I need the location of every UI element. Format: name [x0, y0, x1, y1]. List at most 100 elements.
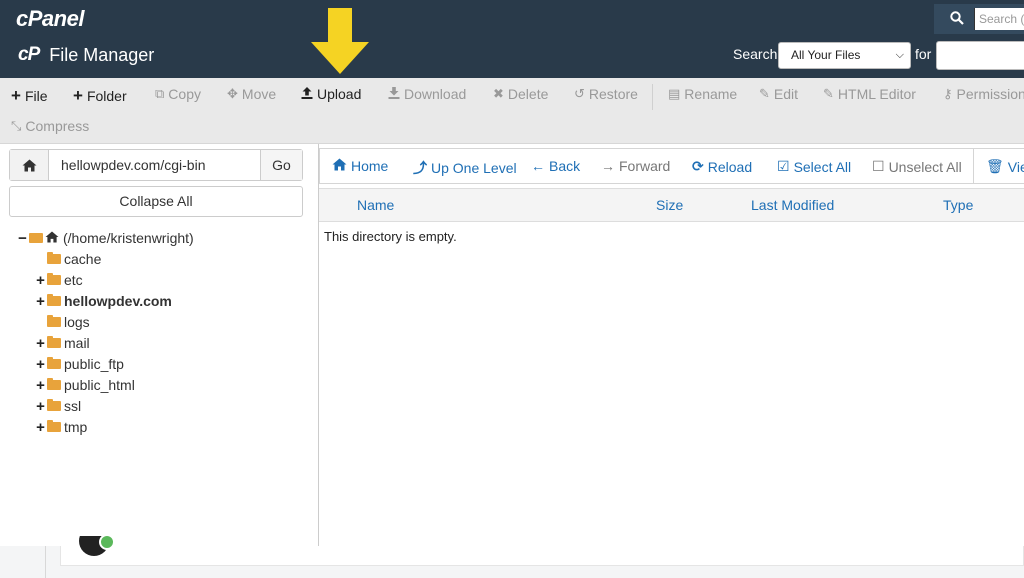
restore-button[interactable]: ↺ Restore: [574, 86, 638, 102]
column-size[interactable]: Size: [656, 197, 683, 213]
restore-label: Restore: [588, 86, 638, 102]
up-one-level-button[interactable]: ⤴ Up One Level: [413, 158, 517, 178]
tree-item-etc[interactable]: + etc: [34, 270, 83, 290]
folder-open-icon: [29, 233, 43, 243]
avatar: [79, 536, 117, 556]
download-button[interactable]: Download: [388, 86, 466, 102]
copy-label: Copy: [168, 86, 201, 102]
tree-root[interactable]: − (/home/kristenwright): [16, 228, 194, 248]
plus-icon[interactable]: +: [34, 272, 47, 289]
folder-icon: [47, 294, 61, 306]
collapse-all-button[interactable]: Collapse All: [9, 186, 303, 217]
restore-icon: ↺: [574, 86, 585, 101]
new-file-button[interactable]: + File: [11, 86, 48, 106]
new-folder-button[interactable]: + Folder: [73, 86, 127, 106]
unselect-all-label: Unselect All: [888, 158, 962, 175]
back-button[interactable]: ← Back: [531, 158, 580, 174]
folder-icon: [47, 378, 61, 390]
empty-directory-message: This directory is empty.: [324, 229, 457, 244]
folder-icon: [47, 357, 61, 369]
nav-divider: [973, 149, 974, 183]
plus-icon[interactable]: +: [34, 356, 47, 373]
chevron-down-icon: ⌵: [895, 49, 904, 61]
forward-button[interactable]: → Forward: [601, 158, 670, 174]
delete-button[interactable]: ✖ Delete: [493, 86, 548, 102]
html-editor-button[interactable]: ✎ HTML Editor: [823, 86, 916, 102]
compress-button[interactable]: ⤡ Compress: [11, 118, 89, 134]
back-label: Back: [549, 158, 581, 174]
tree-item-cache[interactable]: cache: [34, 249, 101, 269]
global-search[interactable]: Search ( /: [934, 4, 1024, 34]
delete-label: Delete: [507, 86, 549, 102]
rename-button[interactable]: ▤ Rename: [668, 86, 737, 102]
status-dot-icon: [99, 536, 115, 550]
header-bar: cPanel cP File Manager Search ( / Search…: [0, 0, 1024, 78]
tree-item-label: etc: [64, 272, 83, 288]
home-icon[interactable]: [10, 150, 49, 180]
home-button[interactable]: Home: [332, 158, 388, 174]
cpanel-logo[interactable]: cPanel: [16, 6, 84, 32]
tree-item-hellowpdev[interactable]: + hellowpdev.com: [34, 291, 172, 311]
search-label: Search: [733, 46, 778, 62]
reload-icon: ⟳: [692, 158, 704, 174]
search-icon: [950, 10, 964, 28]
plus-icon[interactable]: +: [34, 398, 47, 415]
column-type[interactable]: Type: [943, 197, 973, 213]
download-icon: [388, 86, 400, 102]
sidebar-divider: [45, 546, 46, 578]
column-name[interactable]: Name: [357, 197, 394, 213]
permissions-button[interactable]: ⚷ Permissions: [943, 86, 1024, 102]
reload-button[interactable]: ⟳ Reload: [692, 158, 752, 175]
move-button[interactable]: ✥ Move: [227, 86, 276, 102]
minus-icon[interactable]: −: [16, 230, 29, 247]
forward-label: Forward: [619, 158, 671, 174]
upload-button[interactable]: Upload: [301, 86, 361, 102]
home-icon: [45, 230, 59, 246]
upload-icon: [301, 86, 313, 102]
html-editor-label: HTML Editor: [837, 86, 916, 102]
key-icon: ⚷: [943, 86, 953, 101]
folder-icon: [47, 315, 61, 327]
search-scope-select[interactable]: All Your Files ⌵: [778, 42, 911, 69]
tree-item-public-ftp[interactable]: + public_ftp: [34, 354, 124, 374]
background-card: [60, 546, 1024, 566]
global-search-input[interactable]: Search ( /: [974, 8, 1024, 30]
column-last-modified[interactable]: Last Modified: [751, 197, 834, 213]
search-input[interactable]: [936, 41, 1024, 70]
home-icon: [332, 158, 347, 174]
move-label: Move: [241, 86, 277, 102]
tree-item-mail[interactable]: + mail: [34, 333, 90, 353]
edit-button[interactable]: ✎ Edit: [759, 86, 798, 102]
arrow-right-icon: →: [601, 158, 615, 174]
view-trash-button[interactable]: 🗑 View: [986, 158, 1024, 175]
app-title-text: File Manager: [49, 44, 155, 65]
plus-icon[interactable]: +: [34, 419, 47, 436]
navigation-bar: Home ⤴ Up One Level ← Back → Forward ⟳ R…: [319, 148, 1024, 184]
file-toolbar: + File + Folder ⧉ Copy ✥ Move Upload Dow…: [0, 78, 1024, 144]
pencil-icon: ✎: [759, 86, 770, 101]
unselect-all-button[interactable]: ☐ Unselect All: [872, 158, 962, 175]
go-button[interactable]: Go: [260, 150, 302, 180]
tree-root-label: (/home/kristenwright): [63, 230, 194, 246]
file-table-header: Name Size Last Modified Type: [319, 188, 1024, 222]
select-all-button[interactable]: ☑ Select All: [777, 158, 851, 175]
home-label: Home: [351, 158, 389, 174]
permissions-label: Permissions: [956, 86, 1024, 102]
plus-icon: +: [11, 86, 21, 105]
tree-item-label: public_html: [64, 377, 135, 393]
arrow-left-icon: ←: [531, 158, 545, 174]
path-input[interactable]: hellowpdev.com/cgi-bin: [49, 150, 260, 180]
tree-item-tmp[interactable]: + tmp: [34, 417, 87, 437]
plus-icon[interactable]: +: [34, 335, 47, 352]
copy-button[interactable]: ⧉ Copy: [155, 86, 201, 102]
cpanel-app-icon: cP: [18, 44, 40, 65]
rename-icon: ▤: [668, 86, 681, 101]
plus-icon[interactable]: +: [34, 293, 47, 310]
copy-icon: ⧉: [155, 86, 165, 101]
plus-icon[interactable]: +: [34, 377, 47, 394]
checkbox-empty-icon: ☐: [872, 158, 885, 174]
tree-item-label: tmp: [64, 419, 88, 435]
tree-item-public-html[interactable]: + public_html: [34, 375, 135, 395]
tree-item-ssl[interactable]: + ssl: [34, 396, 81, 416]
tree-item-logs[interactable]: logs: [34, 312, 90, 332]
